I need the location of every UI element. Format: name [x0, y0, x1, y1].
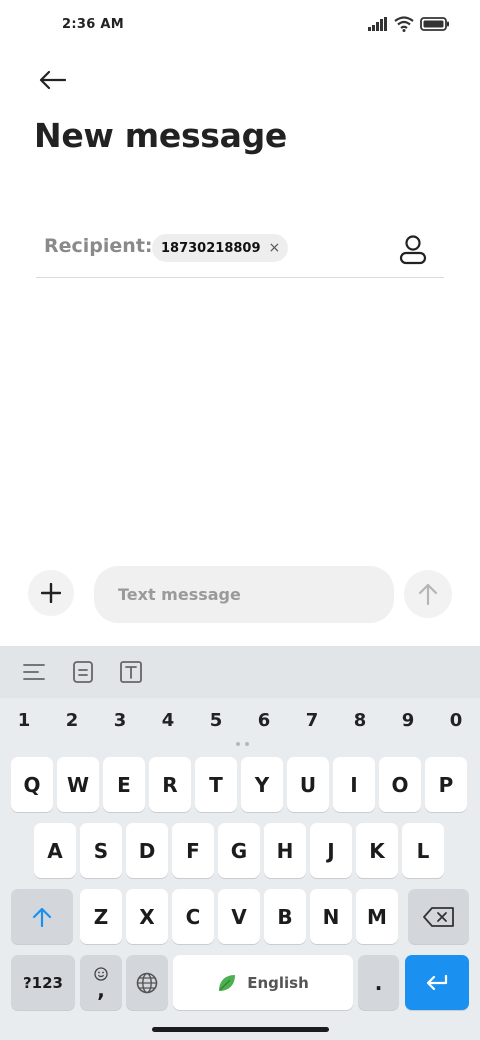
- keyboard-toolbar: [0, 646, 480, 698]
- page-dots: [236, 742, 249, 746]
- key-b[interactable]: B: [264, 889, 306, 944]
- status-time: 2:36 AM: [62, 17, 124, 32]
- symbols-key[interactable]: ?123: [11, 955, 75, 1010]
- language-key[interactable]: [126, 955, 168, 1010]
- globe-icon: [136, 972, 158, 993]
- recipient-label: Recipient:: [44, 235, 153, 257]
- key-5[interactable]: 5: [196, 702, 236, 738]
- key-n[interactable]: N: [310, 889, 352, 944]
- key-7[interactable]: 7: [292, 702, 332, 738]
- battery-icon: [420, 17, 449, 31]
- key-z[interactable]: Z: [80, 889, 122, 944]
- key-t[interactable]: T: [195, 757, 237, 812]
- status-bar: 2:36 AM: [0, 0, 480, 52]
- arrow-left-icon: [39, 70, 66, 90]
- shift-key[interactable]: [11, 889, 73, 944]
- recipient-chip[interactable]: 18730218809 ×: [152, 234, 289, 262]
- text-align-icon[interactable]: [22, 660, 46, 684]
- arrow-up-icon: [418, 583, 438, 605]
- period-key[interactable]: .: [358, 955, 399, 1010]
- emoji-comma-key[interactable]: ,: [80, 955, 122, 1010]
- key-x[interactable]: X: [126, 889, 168, 944]
- status-icons: [368, 16, 450, 32]
- shift-arrow-icon: [32, 907, 52, 927]
- key-0[interactable]: 0: [436, 702, 476, 738]
- space-key-label: English: [247, 973, 309, 992]
- key-g[interactable]: G: [218, 823, 260, 878]
- key-m[interactable]: M: [356, 889, 398, 944]
- key-k[interactable]: K: [356, 823, 398, 878]
- leaf-icon: [219, 974, 236, 991]
- message-input[interactable]: [94, 566, 394, 623]
- add-contact-button[interactable]: [396, 232, 430, 268]
- key-6[interactable]: 6: [244, 702, 284, 738]
- key-r[interactable]: R: [149, 757, 191, 812]
- key-o[interactable]: O: [379, 757, 421, 812]
- signal-icon: [368, 17, 387, 31]
- recipient-chip-number: 18730218809: [161, 240, 261, 256]
- wifi-icon: [394, 16, 414, 32]
- key-f[interactable]: F: [172, 823, 214, 878]
- enter-icon: [426, 974, 448, 990]
- recipient-row: Recipient: 18730218809 ×: [36, 222, 444, 278]
- key-3[interactable]: 3: [100, 702, 140, 738]
- key-4[interactable]: 4: [148, 702, 188, 738]
- back-button[interactable]: [30, 62, 74, 98]
- person-icon: [399, 235, 427, 265]
- send-button[interactable]: [404, 570, 452, 618]
- comma-label: ,: [97, 977, 105, 1002]
- key-1[interactable]: 1: [4, 702, 44, 738]
- home-indicator[interactable]: [152, 1027, 329, 1032]
- key-p[interactable]: P: [425, 757, 467, 812]
- key-h[interactable]: H: [264, 823, 306, 878]
- space-key[interactable]: English: [173, 955, 353, 1010]
- keyboard: 1 2 3 4 5 6 7 8 9 0 Q W E R T Y U I O P …: [0, 646, 480, 1040]
- page-title: New message: [34, 116, 287, 155]
- plus-icon: [41, 583, 61, 603]
- key-8[interactable]: 8: [340, 702, 380, 738]
- key-q[interactable]: Q: [11, 757, 53, 812]
- key-9[interactable]: 9: [388, 702, 428, 738]
- key-w[interactable]: W: [57, 757, 99, 812]
- key-y[interactable]: Y: [241, 757, 283, 812]
- attach-button[interactable]: [28, 570, 74, 616]
- compose-bar: [0, 562, 480, 626]
- enter-key[interactable]: [405, 955, 469, 1010]
- key-v[interactable]: V: [218, 889, 260, 944]
- key-i[interactable]: I: [333, 757, 375, 812]
- key-a[interactable]: A: [34, 823, 76, 878]
- key-d[interactable]: D: [126, 823, 168, 878]
- text-format-icon[interactable]: [119, 660, 143, 684]
- key-2[interactable]: 2: [52, 702, 92, 738]
- key-l[interactable]: L: [402, 823, 444, 878]
- chip-remove-icon[interactable]: ×: [269, 241, 281, 255]
- clipboard-icon[interactable]: [71, 660, 95, 684]
- key-s[interactable]: S: [80, 823, 122, 878]
- key-e[interactable]: E: [103, 757, 145, 812]
- key-j[interactable]: J: [310, 823, 352, 878]
- key-c[interactable]: C: [172, 889, 214, 944]
- key-u[interactable]: U: [287, 757, 329, 812]
- backspace-icon: [422, 906, 454, 927]
- number-row: 1 2 3 4 5 6 7 8 9 0: [0, 702, 480, 738]
- backspace-key[interactable]: [408, 889, 469, 944]
